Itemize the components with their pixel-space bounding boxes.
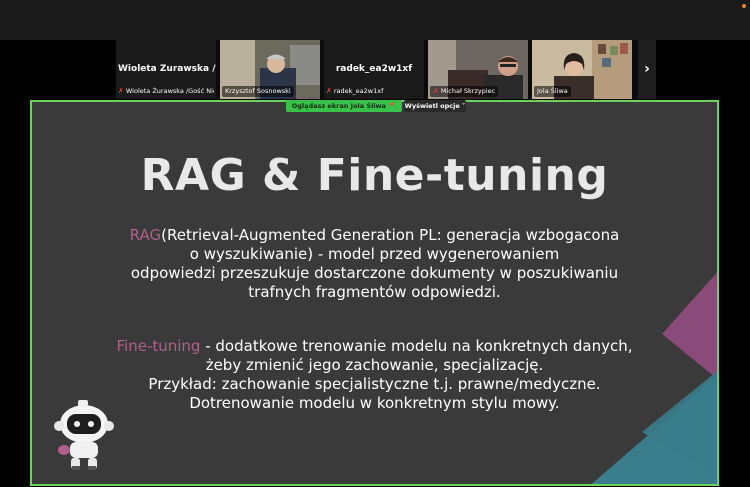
participant-caption-text: Krzysztof Sosnowski — [222, 86, 294, 97]
finetuning-line: żeby zmienić jego zachowanie, specjaliza… — [205, 356, 544, 374]
participant-tile-active-speaker[interactable]: Jola Śliwa — [532, 40, 632, 99]
participant-caption: Krzysztof Sosnowski — [222, 86, 318, 97]
participant-tile[interactable]: radek_ea2w1xf ✗ radek_ea2w1xf — [324, 40, 424, 99]
participant-caption: ✗ Michał Skrzypiec — [430, 86, 526, 97]
shared-screen: RAG & Fine-tuning RAG(Retrieval-Augmente… — [30, 100, 719, 486]
participant-caption: ✗ radek_ea2w1xf — [326, 86, 422, 97]
screen-share-label: Oglądasz ekran Jola Śliwa — [291, 102, 386, 110]
mic-muted-icon: ✗ — [326, 87, 332, 95]
robot-mascot-icon — [54, 400, 114, 470]
gallery-next-button[interactable]: › — [638, 40, 656, 99]
rag-line: (Retrieval-Augmented Generation PL: gene… — [161, 226, 620, 244]
participant-tile[interactable]: ✗ Michał Skrzypiec — [428, 40, 528, 99]
participant-caption-text: Michał Skrzypiec — [440, 87, 496, 95]
finetuning-paragraph: Fine-tuning - dodatkowe trenowanie model… — [92, 337, 657, 413]
participant-caption-text: radek_ea2w1xf — [333, 87, 384, 95]
rag-line: odpowiedzi przeszukuje dostarczone dokum… — [130, 264, 619, 282]
slide-title: RAG & Fine-tuning — [140, 150, 609, 201]
finetuning-line: Dotrenowanie modelu w konkretnym stylu m… — [189, 394, 560, 412]
participant-tile[interactable]: Wioleta Żurawska /Goś... ✗Wioleta Żuraws… — [116, 40, 216, 99]
meeting-top-bar — [0, 0, 750, 40]
finetuning-line: - dodatkowe trenowanie modelu na konkret… — [200, 337, 633, 355]
participant-name-large: Wioleta Żurawska /Goś... — [118, 64, 216, 74]
participant-caption-text: Jola Śliwa — [534, 86, 571, 97]
rag-line: o wyszukiwanie) - model przed wygenerowa… — [189, 245, 560, 263]
view-options-button[interactable]: Wyświetl opcje ˅ — [404, 100, 466, 112]
participant-caption-text: Wioleta Żurawska /Gość Nied... — [125, 87, 214, 95]
screen-share-banner: Oglądasz ekran Jola Śliwa 📍 — [286, 100, 402, 112]
participant-gallery: Wioleta Żurawska /Goś... ✗Wioleta Żuraws… — [116, 40, 656, 99]
participant-tile[interactable]: Krzysztof Sosnowski — [220, 40, 320, 99]
rag-line: trafnych fragmentów odpowiedzi. — [248, 283, 501, 301]
participant-caption: Jola Śliwa — [534, 86, 630, 97]
mic-muted-icon: ✗ — [118, 87, 124, 95]
participant-caption: ✗Wioleta Żurawska /Gość Nied... — [118, 86, 214, 97]
mic-muted-icon: ✗ — [433, 87, 439, 95]
rag-paragraph: RAG(Retrieval-Augmented Generation PL: g… — [92, 226, 657, 302]
recording-indicator-icon — [742, 4, 746, 8]
rag-term: RAG — [129, 226, 162, 244]
pin-icon: 📍 — [388, 102, 397, 110]
chevron-right-icon: › — [644, 61, 650, 77]
finetuning-line: Przykład: zachowanie specjalistyczne t.j… — [148, 375, 601, 393]
presentation-slide: RAG & Fine-tuning RAG(Retrieval-Augmente… — [32, 102, 717, 484]
participant-name-large: radek_ea2w1xf — [335, 64, 413, 74]
finetuning-term: Fine-tuning — [116, 337, 201, 355]
